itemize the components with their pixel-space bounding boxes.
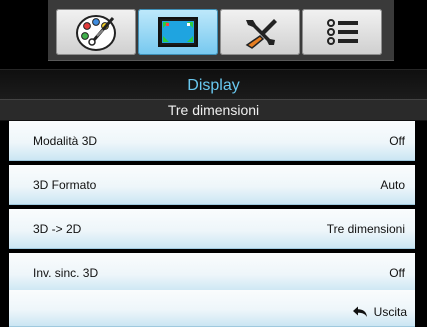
- menu-title: Display: [187, 77, 240, 94]
- osd-menu: Display Tre dimensioni Modalità 3D Off 3…: [0, 0, 427, 327]
- palette-icon: [76, 15, 116, 51]
- setting-value: Tre dimensioni: [326, 222, 405, 236]
- exit-button[interactable]: Uscita: [352, 305, 407, 319]
- setting-label: Inv. sinc. 3D: [33, 266, 99, 280]
- setting-value: Off: [389, 134, 405, 148]
- setting-row-3d-mode[interactable]: Modalità 3D Off: [9, 121, 415, 161]
- tab-display[interactable]: [138, 9, 218, 55]
- list-icon: [327, 19, 358, 45]
- settings-list: Modalità 3D Off 3D Formato Auto 3D -> 2D…: [9, 121, 415, 327]
- exit-label: Uscita: [373, 305, 407, 319]
- setting-row-3d-sync-invert[interactable]: Inv. sinc. 3D Off: [9, 253, 415, 293]
- setting-label: Modalità 3D: [33, 134, 98, 148]
- tab-setup[interactable]: [220, 9, 300, 55]
- tab-image[interactable]: [56, 9, 136, 55]
- display-icon: [158, 17, 198, 47]
- setting-label: 3D -> 2D: [33, 222, 82, 236]
- setting-row-3d-to-2d[interactable]: 3D -> 2D Tre dimensioni: [9, 209, 415, 249]
- menu-header: Display: [0, 69, 427, 100]
- tab-options[interactable]: [302, 9, 382, 55]
- tools-icon: [245, 19, 277, 49]
- setting-label: 3D Formato: [33, 178, 97, 192]
- exit-row[interactable]: Uscita: [9, 290, 415, 327]
- setting-value: Off: [389, 266, 405, 280]
- submenu-title: Tre dimensioni: [167, 102, 260, 118]
- setting-value: Auto: [380, 178, 405, 192]
- submenu-header: Tre dimensioni: [0, 99, 427, 121]
- setting-row-3d-format[interactable]: 3D Formato Auto: [9, 165, 415, 205]
- return-arrow-icon: [352, 306, 367, 317]
- menu-tab-bar: [48, 0, 394, 61]
